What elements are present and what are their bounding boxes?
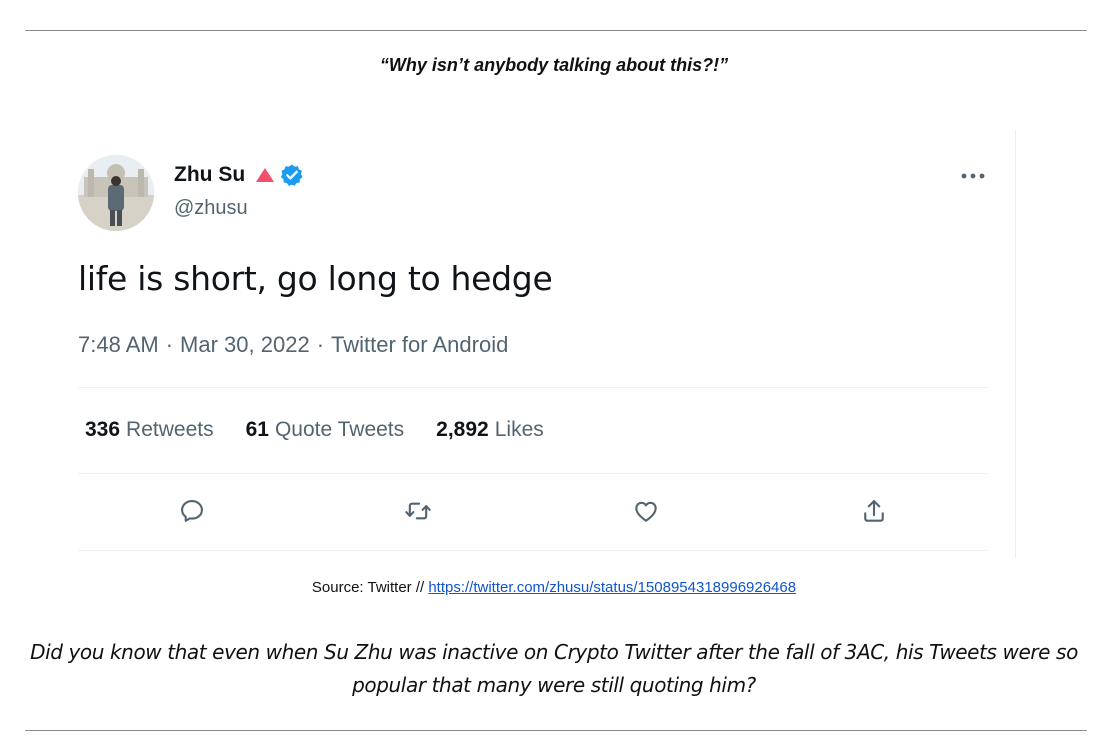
retweets-stat[interactable]: 336 Retweets (85, 418, 214, 442)
retweets-label: Retweets (126, 418, 214, 441)
author-name[interactable]: Zhu Su (174, 163, 245, 187)
source-prefix: Source: Twitter // (311, 579, 429, 596)
divider (78, 473, 988, 474)
source-link[interactable]: https://twitter.com/zhusu/status/1508954… (428, 579, 796, 596)
likes-count: 2,892 (436, 418, 489, 441)
retweets-count: 336 (85, 418, 121, 441)
tweet-stats: 336 Retweets 61 Quote Tweets 2,892 Likes (85, 418, 576, 442)
retweet-button[interactable] (401, 494, 435, 528)
author-row: Zhu Su (174, 163, 304, 187)
meta-separator: · (316, 332, 325, 357)
avatar-photo (78, 155, 154, 231)
red-triangle-icon (255, 166, 275, 184)
tweet-meta: 7:48 AM · Mar 30, 2022 · Twitter for And… (78, 332, 508, 358)
share-icon (864, 500, 884, 522)
reply-icon (181, 500, 203, 522)
bottom-divider (25, 730, 1087, 731)
tweet-text: life is short, go long to hedge (78, 259, 553, 298)
reply-button[interactable] (175, 494, 209, 528)
tweet-time[interactable]: 7:48 AM (78, 332, 159, 358)
quote-tweets-count: 61 (245, 418, 269, 441)
meta-separator: · (165, 332, 174, 357)
divider (78, 387, 988, 388)
share-button[interactable] (857, 494, 891, 528)
more-horizontal-icon (961, 173, 985, 179)
quote-tweets-label: Quote Tweets (274, 418, 405, 441)
avatar[interactable] (78, 155, 154, 231)
more-button[interactable] (956, 164, 990, 188)
source-line: Source: Twitter // https://twitter.com/z… (0, 579, 1108, 596)
likes-label: Likes (494, 418, 544, 441)
tweet-date[interactable]: Mar 30, 2022 (180, 332, 310, 358)
like-button[interactable] (629, 494, 663, 528)
likes-stat[interactable]: 2,892 Likes (436, 418, 544, 442)
author-handle[interactable]: @zhusu (174, 197, 248, 220)
caption: Did you know that even when Su Zhu was i… (30, 640, 1078, 697)
card-border (1015, 130, 1016, 558)
tweet-source[interactable]: Twitter for Android (331, 332, 508, 358)
divider (78, 550, 988, 551)
top-divider (25, 30, 1087, 31)
verified-badge-icon (280, 163, 304, 187)
quote-tweets-stat[interactable]: 61 Quote Tweets (246, 418, 405, 442)
page-heading: “Why isn’t anybody talking about this?!” (379, 55, 729, 75)
heart-icon (635, 501, 657, 522)
retweet-icon (405, 502, 431, 520)
